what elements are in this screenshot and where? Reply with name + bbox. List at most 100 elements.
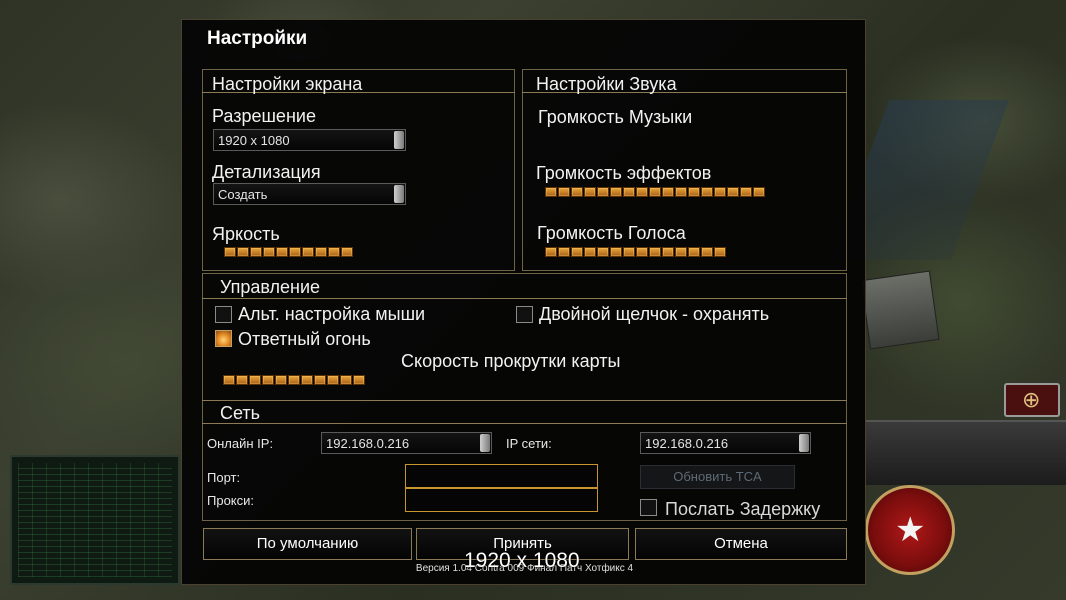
slider-segment bbox=[223, 375, 235, 385]
network-top-divider bbox=[202, 400, 847, 401]
slider-segment bbox=[250, 247, 262, 257]
lan-ip-value: 192.168.0.216 bbox=[645, 436, 729, 451]
slider-segment bbox=[545, 247, 557, 257]
default-button[interactable]: По умолчанию bbox=[203, 528, 412, 560]
return-fire-label: Ответный огонь bbox=[238, 329, 371, 349]
dropdown-arrow-icon bbox=[394, 131, 404, 149]
scroll-speed-slider[interactable] bbox=[223, 375, 365, 385]
slider-segment bbox=[571, 247, 583, 257]
network-header: Сеть bbox=[220, 403, 261, 423]
dropdown-arrow-icon bbox=[394, 185, 404, 203]
background-building bbox=[860, 270, 940, 350]
slider-segment bbox=[662, 247, 674, 257]
online-ip-dropdown[interactable]: 192.168.0.216 bbox=[321, 432, 492, 454]
slider-segment bbox=[623, 187, 635, 197]
slider-segment bbox=[275, 375, 287, 385]
control-header: Управление bbox=[220, 277, 321, 297]
slider-segment bbox=[558, 247, 570, 257]
slider-segment bbox=[276, 247, 288, 257]
port-input[interactable] bbox=[405, 464, 598, 488]
background-minimap bbox=[10, 455, 180, 585]
resolution-dropdown[interactable]: 1920 x 1080 bbox=[213, 129, 406, 151]
slider-segment bbox=[662, 187, 674, 197]
resolution-overlay-text: 1920 x 1080 bbox=[464, 549, 580, 572]
lan-ip-dropdown[interactable]: 192.168.0.216 bbox=[640, 432, 811, 454]
slider-segment bbox=[688, 187, 700, 197]
alt-mouse-label: Альт. настройка мыши bbox=[238, 304, 426, 324]
slider-segment bbox=[327, 375, 339, 385]
slider-segment bbox=[636, 247, 648, 257]
slider-segment bbox=[288, 375, 300, 385]
double-click-checkbox[interactable] bbox=[516, 306, 533, 323]
slider-segment bbox=[340, 375, 352, 385]
return-fire-checkbox[interactable] bbox=[215, 330, 232, 347]
slider-segment bbox=[649, 187, 661, 197]
slider-segment bbox=[224, 247, 236, 257]
slider-segment bbox=[315, 247, 327, 257]
update-tca-button[interactable]: Обновить TCA bbox=[640, 465, 795, 489]
slider-segment bbox=[262, 375, 274, 385]
voice-volume-slider[interactable] bbox=[545, 247, 726, 257]
music-volume-label: Громкость Музыки bbox=[538, 107, 693, 127]
dialog-title: Настройки bbox=[207, 28, 308, 49]
slider-segment bbox=[353, 375, 365, 385]
brightness-slider[interactable] bbox=[224, 247, 353, 257]
background-command-panel bbox=[865, 420, 1066, 485]
faction-emblem-icon bbox=[865, 485, 955, 575]
slider-segment bbox=[289, 247, 301, 257]
slider-segment bbox=[597, 187, 609, 197]
slider-segment bbox=[341, 247, 353, 257]
slider-segment bbox=[301, 375, 313, 385]
slider-segment bbox=[584, 187, 596, 197]
effects-volume-label: Громкость эффектов bbox=[536, 163, 712, 183]
slider-segment bbox=[328, 247, 340, 257]
detail-value: Создать bbox=[218, 187, 268, 202]
detail-label: Детализация bbox=[212, 162, 321, 182]
slider-segment bbox=[314, 375, 326, 385]
resolution-value: 1920 x 1080 bbox=[218, 133, 290, 148]
online-ip-value: 192.168.0.216 bbox=[326, 436, 410, 451]
slider-segment bbox=[740, 187, 752, 197]
slider-segment bbox=[571, 187, 583, 197]
send-delay-checkbox[interactable] bbox=[640, 499, 657, 516]
slider-segment bbox=[714, 247, 726, 257]
control-header-divider bbox=[202, 298, 847, 299]
cancel-button[interactable]: Отмена bbox=[635, 528, 847, 560]
alt-mouse-checkbox[interactable] bbox=[215, 306, 232, 323]
slider-segment bbox=[623, 247, 635, 257]
slider-segment bbox=[675, 247, 687, 257]
detail-dropdown[interactable]: Создать bbox=[213, 183, 406, 205]
slider-segment bbox=[610, 247, 622, 257]
sound-settings-header: Настройки Звука bbox=[536, 74, 677, 94]
dropdown-arrow-icon bbox=[799, 434, 809, 452]
effects-volume-slider[interactable] bbox=[545, 187, 765, 197]
voice-volume-label: Громкость Голоса bbox=[537, 223, 686, 243]
slider-segment bbox=[714, 187, 726, 197]
slider-segment bbox=[636, 187, 648, 197]
slider-segment bbox=[701, 247, 713, 257]
slider-segment bbox=[236, 375, 248, 385]
proxy-input[interactable] bbox=[405, 488, 598, 512]
lan-ip-label: IP сети: bbox=[506, 436, 552, 451]
settings-dialog: Настройки Настройки экрана Разрешение 19… bbox=[181, 19, 866, 585]
slider-segment bbox=[584, 247, 596, 257]
slider-segment bbox=[558, 187, 570, 197]
slider-segment bbox=[610, 187, 622, 197]
slider-segment bbox=[302, 247, 314, 257]
slider-segment bbox=[545, 187, 557, 197]
slider-segment bbox=[701, 187, 713, 197]
slider-segment bbox=[675, 187, 687, 197]
proxy-label: Прокси: bbox=[207, 493, 255, 508]
brightness-label: Яркость bbox=[212, 224, 280, 244]
background-target-icon bbox=[1004, 383, 1060, 417]
slider-segment bbox=[263, 247, 275, 257]
slider-segment bbox=[249, 375, 261, 385]
screen-settings-header: Настройки экрана bbox=[212, 74, 363, 94]
slider-segment bbox=[688, 247, 700, 257]
scroll-speed-label: Скорость прокрутки карты bbox=[401, 351, 621, 371]
resolution-label: Разрешение bbox=[212, 106, 316, 126]
dropdown-arrow-icon bbox=[480, 434, 490, 452]
slider-segment bbox=[597, 247, 609, 257]
port-label: Порт: bbox=[207, 470, 241, 485]
slider-segment bbox=[237, 247, 249, 257]
